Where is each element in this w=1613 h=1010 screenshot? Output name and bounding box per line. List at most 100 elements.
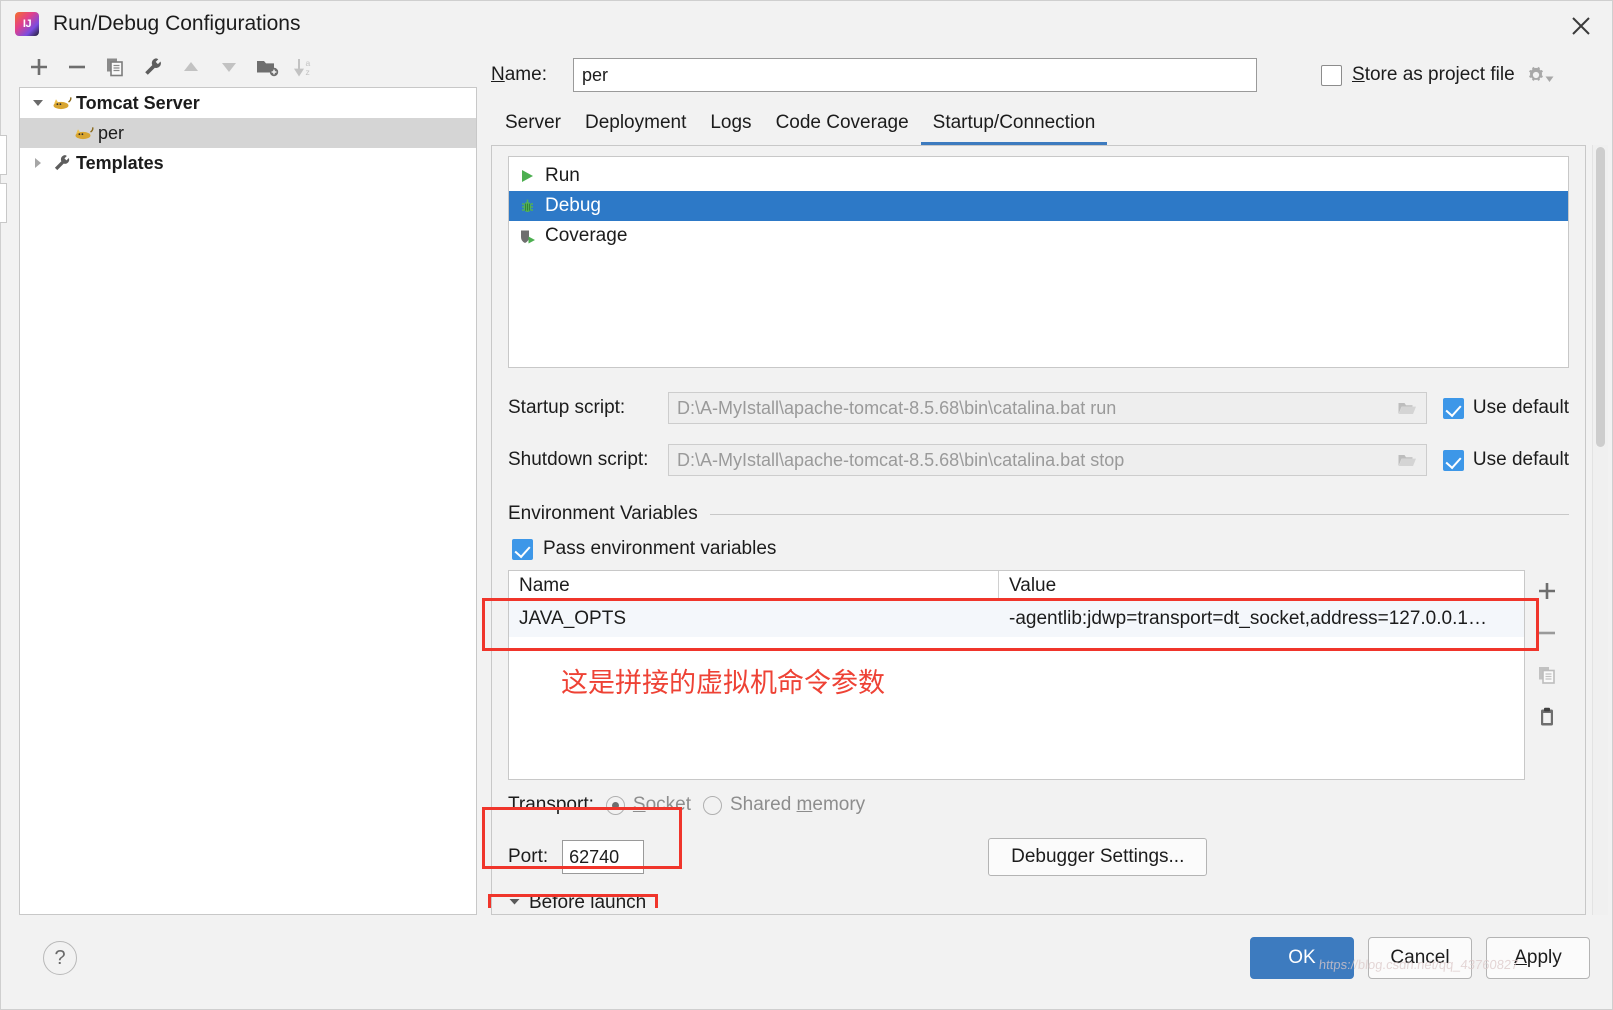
launch-mode-list[interactable]: Run Debug Coverage	[508, 156, 1569, 368]
transport-label: Transport:	[508, 794, 594, 815]
launch-mode-label: Coverage	[545, 225, 628, 246]
scrollbar-thumb[interactable]	[1596, 147, 1605, 447]
sort-alpha-icon[interactable]: a z	[289, 52, 321, 82]
copy-configuration-button[interactable]	[99, 52, 131, 82]
column-header-value[interactable]: Value	[999, 571, 1524, 600]
wrench-icon[interactable]	[137, 52, 169, 82]
tab-server[interactable]: Server	[493, 112, 573, 145]
tree-item-label: Templates	[76, 152, 164, 173]
configurations-tree[interactable]: Tomcat Server per Templates	[19, 87, 477, 915]
startup-connection-tab-body: Run Debug Coverage Startup script: D:\A-…	[491, 145, 1612, 915]
wrench-icon	[50, 153, 74, 173]
before-launch-label: Before launch	[529, 892, 647, 913]
transport-shared-memory-label: Shared memory	[730, 794, 866, 815]
transport-row: Transport: Socket Shared memory	[508, 782, 1569, 828]
remove-configuration-button[interactable]	[61, 52, 93, 82]
folder-open-icon[interactable]	[1394, 452, 1420, 469]
store-as-project-file-label: Store as project file	[1352, 64, 1515, 85]
transport-socket-radio[interactable]: Socket	[605, 794, 691, 816]
folder-add-icon[interactable]	[251, 52, 283, 82]
left-edge-stub-2	[0, 183, 7, 223]
copy-env-variable-button[interactable]	[1527, 656, 1567, 694]
help-button[interactable]: ?	[43, 941, 77, 975]
debugger-settings-button[interactable]: Debugger Settings...	[988, 838, 1208, 876]
startup-script-label: Startup script:	[508, 397, 626, 418]
shutdown-use-default-row[interactable]: Use default	[1442, 449, 1569, 471]
left-edge-stub-1	[0, 135, 7, 175]
pass-environment-variables-row[interactable]: Pass environment variables	[508, 528, 1569, 570]
watermark-text: https://blog.csdn.net/qq_43760827	[1318, 957, 1520, 972]
remove-env-variable-button[interactable]	[1527, 614, 1567, 652]
startup-connection-panel: Run Debug Coverage Startup script: D:\A-…	[491, 145, 1586, 915]
shutdown-use-default-checkbox[interactable]	[1442, 449, 1464, 471]
configuration-editor-panel: Name: Store as project file Ser	[477, 47, 1612, 915]
column-header-name[interactable]: Name	[509, 571, 999, 600]
tab-logs[interactable]: Logs	[698, 112, 763, 145]
chevron-down-icon[interactable]	[26, 96, 50, 110]
transport-socket-label: Socket	[632, 794, 691, 815]
shutdown-use-default-label: Use default	[1472, 449, 1569, 470]
launch-mode-label: Debug	[545, 195, 601, 216]
svg-text:z: z	[306, 67, 310, 77]
environment-variables-table[interactable]: Name Value JAVA_OPTS -agentlib:jdwp=tran…	[508, 570, 1525, 780]
name-row: Name: Store as project file	[491, 47, 1612, 103]
tab-code-coverage[interactable]: Code Coverage	[764, 112, 921, 145]
add-env-variable-button[interactable]	[1527, 572, 1567, 610]
tomcat-cat-icon	[72, 124, 96, 142]
arrow-up-icon[interactable]	[175, 52, 207, 82]
run-play-icon	[519, 168, 545, 184]
gear-dropdown-icon[interactable]	[1525, 64, 1554, 86]
startup-script-value: D:\A-MyIstall\apache-tomcat-8.5.68\bin\c…	[677, 397, 1117, 418]
radio-icon[interactable]	[703, 795, 722, 815]
pass-environment-variables-label: Pass environment variables	[543, 538, 777, 559]
chevron-right-icon[interactable]	[26, 156, 50, 170]
port-row: Port: Debugger Settings...	[508, 828, 1569, 886]
launch-mode-debug[interactable]: Debug	[509, 191, 1568, 221]
coverage-shield-icon	[519, 228, 545, 245]
tab-startup-connection[interactable]: Startup/Connection	[920, 112, 1108, 145]
launch-mode-run[interactable]: Run	[509, 161, 1568, 191]
configuration-tabs[interactable]: Server Deployment Logs Code Coverage Sta…	[491, 103, 1612, 145]
panel-vertical-scrollbar[interactable]	[1592, 145, 1608, 915]
environment-variables-legend-label: Environment Variables	[508, 503, 698, 524]
shutdown-script-value: D:\A-MyIstall\apache-tomcat-8.5.68\bin\c…	[677, 449, 1125, 470]
dialog-titlebar: Run/Debug Configurations	[1, 1, 1612, 47]
tree-item-per[interactable]: per	[20, 118, 476, 148]
env-variable-value: -agentlib:jdwp=transport=dt_socket,addre…	[1009, 608, 1487, 629]
clipboard-paste-icon[interactable]	[1527, 698, 1567, 736]
tomcat-cat-icon	[50, 94, 74, 112]
store-as-project-file-row[interactable]: Store as project file	[1321, 64, 1554, 86]
radio-icon[interactable]	[605, 795, 625, 815]
chevron-down-icon[interactable]	[508, 892, 521, 914]
table-row[interactable]: JAVA_OPTS -agentlib:jdwp=transport=dt_so…	[509, 601, 1524, 637]
tree-item-label: per	[98, 122, 125, 143]
add-configuration-button[interactable]	[23, 52, 55, 82]
launch-mode-coverage[interactable]: Coverage	[509, 221, 1568, 251]
port-input[interactable]	[562, 840, 645, 874]
close-icon[interactable]	[1566, 11, 1596, 41]
environment-variables-legend: Environment Variables	[508, 500, 1569, 528]
configurations-panel: a z Tomcat Server per Templates	[0, 47, 477, 915]
tab-deployment[interactable]: Deployment	[573, 112, 698, 145]
environment-variables-group: Environment Variables Pass environment v…	[508, 500, 1569, 780]
intellij-idea-logo-icon	[15, 12, 39, 36]
startup-script-field[interactable]: D:\A-MyIstall\apache-tomcat-8.5.68\bin\c…	[668, 392, 1427, 424]
shutdown-script-field[interactable]: D:\A-MyIstall\apache-tomcat-8.5.68\bin\c…	[668, 444, 1427, 476]
store-as-project-file-checkbox[interactable]	[1321, 64, 1342, 86]
folder-open-icon[interactable]	[1394, 400, 1420, 417]
pass-environment-variables-checkbox[interactable]	[512, 538, 533, 560]
transport-shared-memory-radio[interactable]: Shared memory	[703, 794, 865, 816]
name-input[interactable]	[573, 58, 1257, 92]
tree-item-templates[interactable]: Templates	[20, 148, 476, 178]
env-variable-name: JAVA_OPTS	[519, 608, 626, 629]
legend-divider	[709, 513, 1569, 515]
arrow-down-icon[interactable]	[213, 52, 245, 82]
environment-variables-toolbar	[1525, 570, 1569, 780]
startup-use-default-row[interactable]: Use default	[1442, 397, 1569, 419]
startup-use-default-checkbox[interactable]	[1442, 397, 1464, 419]
startup-script-row: Startup script: D:\A-MyIstall\apache-tom…	[508, 382, 1569, 434]
shutdown-script-label: Shutdown script:	[508, 449, 649, 470]
before-launch-section[interactable]: Before launch	[508, 892, 1569, 914]
tree-item-tomcat-server[interactable]: Tomcat Server	[20, 88, 476, 118]
debug-bug-icon	[519, 198, 545, 215]
